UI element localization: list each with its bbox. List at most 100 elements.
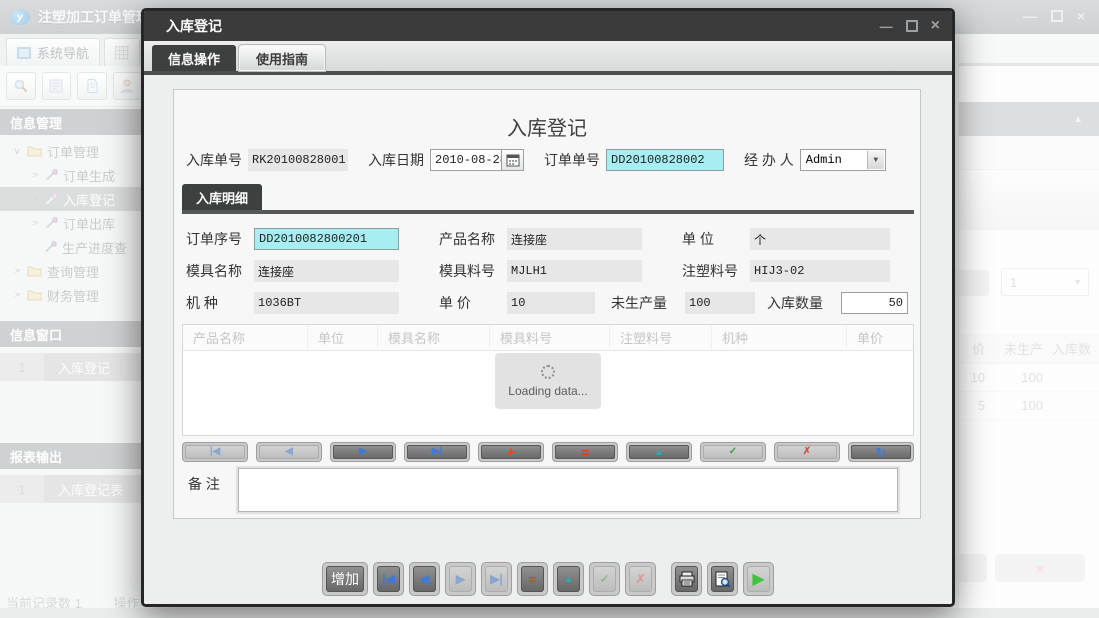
column-header: 单位 [308,325,378,350]
cancel-button[interactable]: ✗ [625,562,656,596]
grid-last-button[interactable]: ▶| [404,442,470,462]
combo-value: Admin [806,153,842,167]
form-heading: 入库登记 [174,112,920,141]
entry-form-panel: 入库登记 入库单号 RK20100828001 入库日期 2010-08-28 … [173,89,921,519]
mold-no-field: MJLH1 [507,260,642,282]
chevron-down-icon: ▼ [867,151,884,169]
delete-button[interactable]: = [517,562,548,596]
grid-cancel-button[interactable]: ✗ [774,442,840,462]
order-no-input[interactable]: DD20100828002 [606,149,724,171]
cancel-icon: ✗ [635,572,645,586]
calendar-button[interactable] [502,149,524,171]
screen: y 注塑加工订单管理系 — × 系统导航 [0,0,1099,618]
grid-first-button[interactable]: |◀ [182,442,248,462]
tab-info-operate[interactable]: 信息操作 [152,45,236,71]
edit-icon: ▲ [564,574,573,584]
add-button[interactable]: 增加 [322,562,368,596]
detail-grid[interactable]: 产品名称 单位 模具名称 模具料号 注塑料号 机种 单价 Loading dat… [182,324,914,436]
product-label: 产品名称 [439,229,501,249]
run-icon: ▶ [752,569,764,589]
mold-name-label: 模具名称 [186,261,248,281]
spinner-icon [541,365,555,379]
grid-prior-button[interactable]: ◀ [256,442,322,462]
dialog-maximize-button[interactable] [906,20,918,32]
column-header: 模具料号 [490,325,610,350]
grid-refresh-button[interactable]: ↻ [848,442,914,462]
next-icon: ▶ [359,447,367,457]
column-header: 产品名称 [183,325,308,350]
unproduced-field: 100 [685,292,755,314]
entry-date-input[interactable]: 2010-08-28 [430,149,502,171]
edit-icon: ▲ [655,448,664,457]
post-icon: ✓ [599,572,609,586]
tab-entry-detail[interactable]: 入库明细 [182,184,262,210]
unit-label: 单 位 [682,229,744,249]
seq-label: 订单序号 [186,229,248,249]
refresh-icon: ↻ [876,446,887,459]
grid-header-row: 产品名称 单位 模具名称 模具料号 注塑料号 机种 单价 [183,325,913,351]
grid-delete-button[interactable]: = [552,442,618,462]
mold-no-label: 模具料号 [439,261,501,281]
machine-field: 1036BT [254,292,399,314]
qty-label: 入库数量 [767,293,835,313]
insert-icon: + [507,445,516,460]
post-button[interactable]: ✓ [589,562,620,596]
print-button[interactable] [671,562,702,596]
delete-icon: = [581,446,589,459]
remark-label: 备 注 [188,474,220,494]
delete-icon: = [529,572,537,587]
next-icon: ▶ [456,572,465,586]
entry-no-field: RK20100828001 [248,149,348,171]
dialog-titlebar[interactable]: 入库登记 — × [144,11,952,41]
grid-post-button[interactable]: ✓ [700,442,766,462]
print-preview-button[interactable] [707,562,738,596]
print-preview-icon [714,571,731,587]
handler-combobox[interactable]: Admin ▼ [800,149,886,171]
last-button[interactable]: ▶| [481,562,512,596]
grid-insert-button[interactable]: + [478,442,544,462]
handler-label: 经 办 人 [744,150,794,170]
first-icon: |◀ [210,447,221,457]
unproduced-label: 未生产量 [611,293,679,313]
detail-tab-underline [182,210,914,214]
add-button-label: 增加 [331,569,359,589]
last-icon: ▶| [432,447,443,457]
order-seq-input[interactable]: DD2010082800201 [254,228,399,250]
edit-button[interactable]: ▲ [553,562,584,596]
column-header: 单价 [847,325,913,350]
dialog-title: 入库登记 [166,16,222,36]
prior-icon: ◀ [285,447,293,457]
mold-name-field: 连接座 [254,260,399,282]
unit-field: 个 [750,228,890,250]
loading-text: Loading data... [508,384,587,398]
first-icon: |◀ [382,572,395,586]
grid-next-button[interactable]: ▶ [330,442,396,462]
entry-no-label: 入库单号 [186,150,242,170]
run-button[interactable]: ▶ [743,562,774,596]
column-header: 注塑料号 [610,325,712,350]
last-icon: ▶| [490,572,503,586]
column-header: 模具名称 [378,325,490,350]
first-button[interactable]: |◀ [373,562,404,596]
dialog-footer-toolbar: 增加 |◀ ◀ ▶ ▶| = ▲ ✓ ✗ ▶ [144,562,952,596]
next-button[interactable]: ▶ [445,562,476,596]
machine-label: 机 种 [186,293,248,313]
calendar-icon [506,153,520,167]
column-header: 机种 [712,325,847,350]
price-label: 单 价 [439,293,501,313]
remark-textarea[interactable] [238,468,898,512]
post-icon: ✓ [729,447,737,457]
prior-button[interactable]: ◀ [409,562,440,596]
grid-navigator: |◀ ◀ ▶ ▶| + = ▲ ✓ ✗ ↻ [182,442,914,462]
cancel-icon: ✗ [803,447,811,457]
dialog-tabstrip: 信息操作 使用指南 [144,41,952,71]
tab-user-guide[interactable]: 使用指南 [239,45,325,71]
grid-edit-button[interactable]: ▲ [626,442,692,462]
printer-icon [678,571,696,587]
plastic-no-label: 注塑料号 [682,261,744,281]
price-field: 10 [507,292,595,314]
dialog-close-button[interactable]: × [931,17,940,35]
loading-indicator: Loading data... [495,353,601,409]
entry-qty-input[interactable]: 50 [841,292,908,314]
dialog-minimize-button[interactable]: — [880,19,893,34]
